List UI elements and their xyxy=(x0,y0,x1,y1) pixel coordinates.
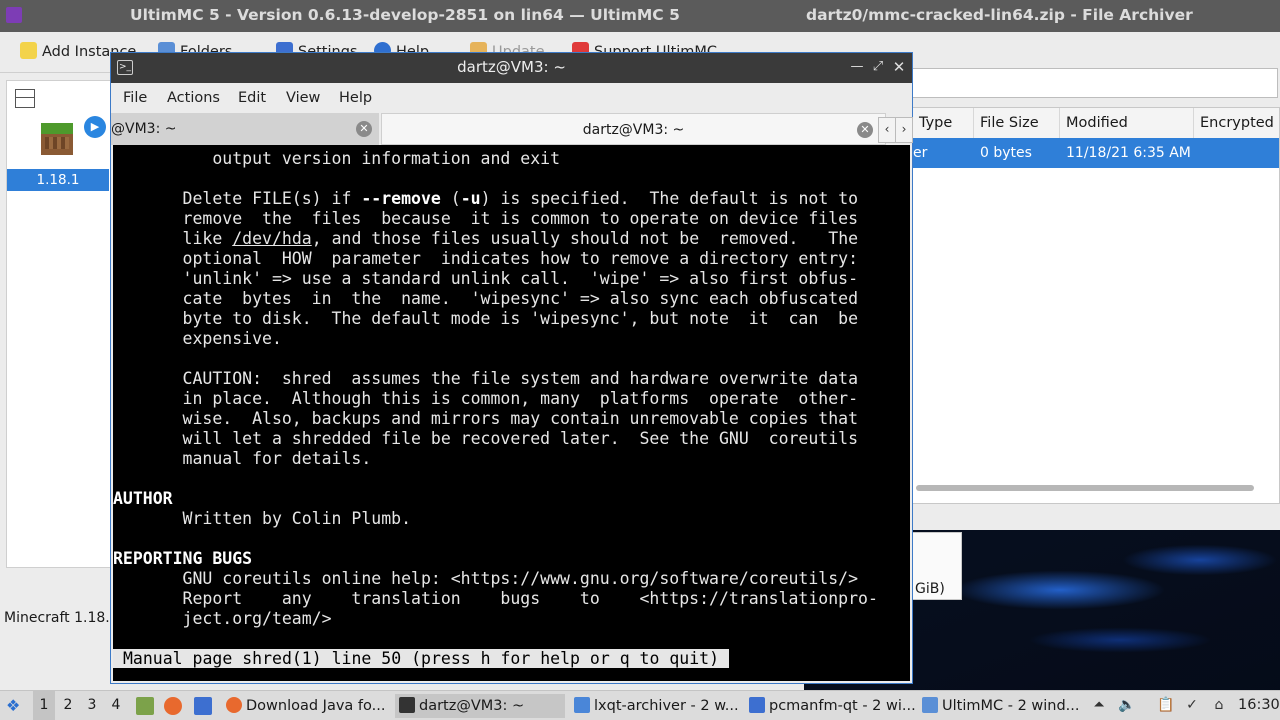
instance-grass-icon[interactable] xyxy=(41,123,73,155)
row-size: 0 bytes xyxy=(980,145,1032,161)
column-modified[interactable]: Modified xyxy=(1060,108,1194,138)
clock[interactable]: 16:30 xyxy=(1238,691,1280,720)
task-firefox-label: Download Java fo... xyxy=(246,698,386,714)
menu-view[interactable]: View xyxy=(286,83,320,113)
menu-actions[interactable]: Actions xyxy=(167,83,220,113)
row-modified: 11/18/21 6:35 AM xyxy=(1066,145,1191,161)
task-pcmanfm[interactable]: pcmanfm-qt - 2 wi... xyxy=(745,694,915,718)
clipboard-icon[interactable]: 📋 xyxy=(1157,696,1175,714)
task-ultimmc-label: UltimMC - 2 wind... xyxy=(942,698,1078,714)
archiver-titlebar[interactable]: dartz0/mmc-cracked-lin64.zip - File Arch… xyxy=(804,0,1280,32)
instance-label[interactable]: 1.18.1 xyxy=(7,169,109,191)
man-line: optional HOW parameter indicates how to … xyxy=(113,249,859,268)
table-header: Type File Size Modified Encrypted xyxy=(913,108,1279,139)
maximize-icon[interactable]: ⤢ xyxy=(868,53,888,81)
network-icon[interactable]: ⌂ xyxy=(1210,696,1228,714)
archiver-icon xyxy=(574,697,590,713)
show-desktop-icon[interactable] xyxy=(194,697,212,715)
tab-2-close-icon[interactable]: ✕ xyxy=(857,122,873,138)
archiver-status-text: GiB) xyxy=(915,581,945,597)
man-line: Written by Colin Plumb. xyxy=(113,509,412,528)
desktop-1[interactable]: 1 xyxy=(33,691,55,720)
man-line: in place. Although this is common, many … xyxy=(113,389,859,408)
desktop-2[interactable]: 2 xyxy=(57,691,79,720)
window-icon xyxy=(922,697,938,713)
menu-file[interactable]: File xyxy=(123,83,147,113)
terminal-menubar: File Actions Edit View Help xyxy=(111,83,912,113)
ultimmc-status: Minecraft 1.18.1 xyxy=(4,610,119,626)
man-line: Delete FILE(s) if --remove (-u) is speci… xyxy=(113,189,859,208)
tab-2[interactable]: dartz@VM3: ~ ✕ xyxy=(381,113,886,145)
play-icon[interactable]: ▶ xyxy=(84,116,106,138)
terminal-title: dartz@VM3: ~ xyxy=(457,58,566,76)
man-line: byte to disk. The default mode is 'wipes… xyxy=(113,309,859,328)
man-line: Report any translation bugs to <https://… xyxy=(113,589,878,608)
archiver-status-panel: GiB) xyxy=(912,532,962,600)
terminal-screen[interactable]: output version information and exit Dele… xyxy=(113,145,910,681)
man-line: manual for details. xyxy=(113,449,372,468)
ultimmc-title: UltimMC 5 - Version 0.6.13-develop-2851 … xyxy=(130,6,680,24)
terminal-window: >_ dartz@VM3: ~ — ⤢ ✕ File Actions Edit … xyxy=(110,52,913,684)
ultimmc-app-icon xyxy=(6,7,22,23)
tab-2-label: dartz@VM3: ~ xyxy=(582,122,685,138)
minimize-icon[interactable]: — xyxy=(847,53,867,81)
desktop-4[interactable]: 4 xyxy=(105,691,127,720)
man-line: GNU coreutils online help: <https://www.… xyxy=(113,569,859,588)
desktop-3[interactable]: 3 xyxy=(81,691,103,720)
task-terminal-label: dartz@VM3: ~ xyxy=(419,698,525,714)
file-manager-icon[interactable] xyxy=(136,697,154,715)
firefox-icon xyxy=(226,697,242,713)
task-pcmanfm-label: pcmanfm-qt - 2 wi... xyxy=(769,698,915,714)
task-archiver[interactable]: lxqt-archiver - 2 w... xyxy=(570,694,740,718)
menu-edit[interactable]: Edit xyxy=(238,83,266,113)
man-line: output version information and exit xyxy=(113,149,561,168)
archiver-path-field[interactable] xyxy=(912,68,1278,98)
firefox-icon[interactable] xyxy=(164,697,182,715)
close-icon[interactable]: ✕ xyxy=(889,53,909,81)
terminal-tabbar: @VM3: ~ ✕ dartz@VM3: ~ ✕ ‹ › xyxy=(111,113,913,145)
tab-1[interactable]: @VM3: ~ ✕ xyxy=(111,113,379,145)
task-firefox[interactable]: Download Java fo... xyxy=(222,694,390,718)
man-line: CAUTION: shred assumes the file system a… xyxy=(113,369,859,388)
man-line: 'unlink' => use a standard unlink call. … xyxy=(113,269,859,288)
man-line: wise. Also, backups and mirrors may cont… xyxy=(113,409,859,428)
man-section-heading: AUTHOR xyxy=(113,489,173,508)
menu-help[interactable]: Help xyxy=(339,83,372,113)
start-menu-icon[interactable]: ❖ xyxy=(6,691,26,720)
task-ultimmc[interactable]: UltimMC - 2 wind... xyxy=(918,694,1078,718)
man-section-heading: REPORTING BUGS xyxy=(113,549,253,568)
archiver-horizontal-scrollbar[interactable] xyxy=(916,485,1254,491)
volume-icon[interactable]: 🔈 xyxy=(1118,696,1136,714)
task-archiver-label: lxqt-archiver - 2 w... xyxy=(594,698,739,714)
column-type[interactable]: Type xyxy=(913,108,974,138)
man-line: cate bytes in the name. 'wipesync' => al… xyxy=(113,289,859,308)
man-line: ject.org/team/> xyxy=(113,609,332,628)
man-line: remove the files because it is common to… xyxy=(113,209,859,228)
man-line: like /dev/hda, and those files usually s… xyxy=(113,229,859,248)
man-line: expensive. xyxy=(113,329,282,348)
archiver-title: dartz0/mmc-cracked-lin64.zip - File Arch… xyxy=(806,6,1193,24)
pager-prompt: Manual page shred(1) line 50 (press h fo… xyxy=(113,649,730,669)
terminal-icon xyxy=(399,697,415,713)
row-type: er xyxy=(913,145,928,161)
add-instance-icon xyxy=(20,42,37,59)
taskbar: ❖ 1 2 3 4 Download Java fo... dartz@VM3:… xyxy=(0,690,1280,720)
tab-scroll-right-icon[interactable]: › xyxy=(895,117,913,143)
view-mode-icon[interactable] xyxy=(15,89,35,108)
tab-1-close-icon[interactable]: ✕ xyxy=(356,121,372,137)
folder-icon xyxy=(749,697,765,713)
task-terminal[interactable]: dartz@VM3: ~ xyxy=(395,694,565,718)
column-file-size[interactable]: File Size xyxy=(974,108,1060,138)
terminal-titlebar[interactable]: >_ dartz@VM3: ~ — ⤢ ✕ xyxy=(111,53,912,83)
tray-up-arrow-icon[interactable]: ⏶ xyxy=(1090,696,1108,714)
instance-list[interactable]: 1.18.1 xyxy=(6,80,112,568)
table-row[interactable]: er 0 bytes 11/18/21 6:35 AM xyxy=(913,138,1279,168)
tab-scroll-left-icon[interactable]: ‹ xyxy=(878,117,896,143)
tab-1-label: @VM3: ~ xyxy=(111,121,177,137)
update-notifier-icon[interactable]: ✓ xyxy=(1183,696,1201,714)
ultimmc-titlebar[interactable]: UltimMC 5 - Version 0.6.13-develop-2851 … xyxy=(0,0,804,32)
man-line: will let a shredded file be recovered la… xyxy=(113,429,859,448)
column-encrypted[interactable]: Encrypted xyxy=(1194,108,1280,138)
archiver-file-table[interactable]: Type File Size Modified Encrypted er 0 b… xyxy=(912,107,1280,504)
